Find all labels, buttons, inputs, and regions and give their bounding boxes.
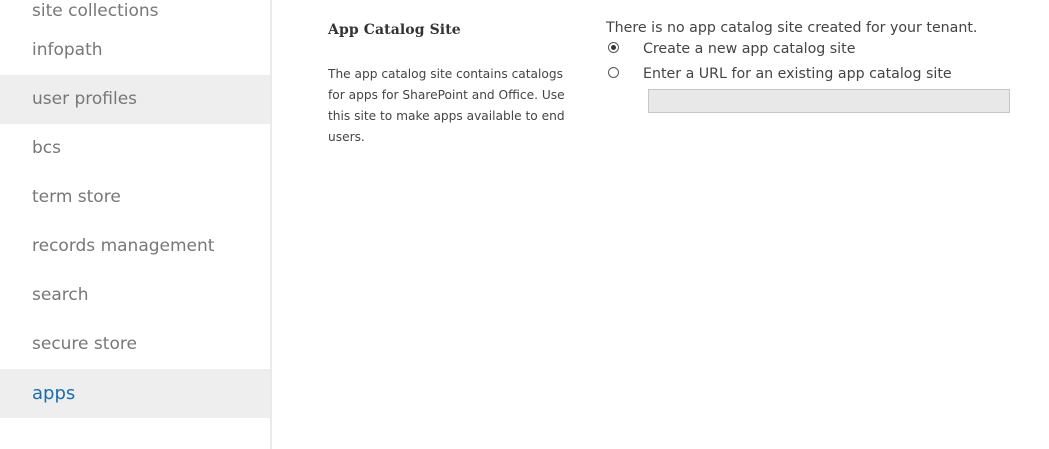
- nav-item-secure-store[interactable]: secure store: [0, 320, 270, 369]
- section-description: The app catalog site contains catalogs f…: [328, 67, 565, 144]
- nav-item-apps[interactable]: apps: [0, 369, 270, 418]
- existing-url-radio[interactable]: [608, 66, 619, 78]
- app-catalog-options: There is no app catalog site created for…: [606, 20, 1046, 113]
- status-message: There is no app catalog site created for…: [606, 20, 978, 36]
- existing-url-label[interactable]: Enter a URL for an existing app catalog …: [643, 66, 952, 82]
- nav-item-site-collections[interactable]: site collections: [0, 0, 270, 26]
- nav-item-bcs[interactable]: bcs: [0, 124, 270, 173]
- create-new-radio[interactable]: [608, 41, 619, 53]
- section-title: App Catalog Site: [328, 22, 461, 38]
- nav-item-infopath[interactable]: infopath: [0, 26, 270, 75]
- nav-item-records-management[interactable]: records management: [0, 222, 270, 271]
- nav-item-term-store[interactable]: term store: [0, 173, 270, 222]
- create-new-option-row[interactable]: Create a new app catalog site: [606, 37, 1046, 61]
- create-new-label[interactable]: Create a new app catalog site: [643, 41, 855, 57]
- left-navigation: site collections infopath user profiles …: [0, 0, 272, 449]
- app-catalog-section-description: App Catalog Site The app catalog site co…: [328, 22, 578, 148]
- nav-item-search[interactable]: search: [0, 271, 270, 320]
- nav-item-user-profiles[interactable]: user profiles: [0, 75, 270, 124]
- app-catalog-settings-page: site collections infopath user profiles …: [0, 0, 1049, 449]
- existing-url-option-row[interactable]: Enter a URL for an existing app catalog …: [606, 62, 1046, 86]
- app-catalog-url-input[interactable]: [648, 89, 1010, 113]
